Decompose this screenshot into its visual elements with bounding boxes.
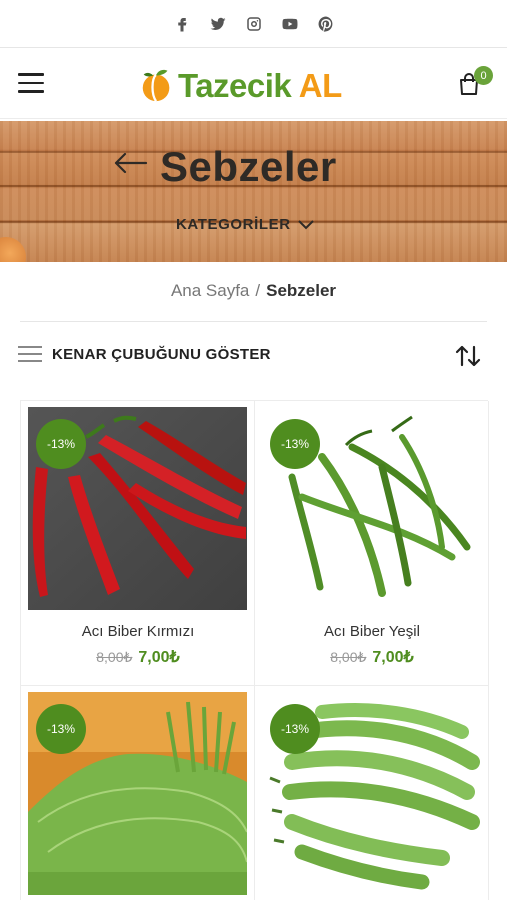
discount-badge: -13% xyxy=(36,419,86,469)
site-header: Tazecik AL 0 xyxy=(0,49,507,119)
product-price: 8,00₺ 7,00₺ xyxy=(21,647,255,667)
pinterest-icon[interactable] xyxy=(315,13,337,35)
logo-text-accent: AL xyxy=(298,66,343,104)
back-arrow-icon[interactable] xyxy=(112,150,148,176)
site-logo[interactable]: Tazecik AL xyxy=(138,62,373,108)
facebook-icon[interactable] xyxy=(171,13,193,35)
categories-label: KATEGORİLER xyxy=(176,216,291,233)
sidebar-toggle-icon[interactable] xyxy=(18,346,42,364)
old-price: 8,00₺ xyxy=(96,649,133,665)
twitter-icon[interactable] xyxy=(207,13,229,35)
product-card[interactable]: -13% Acı Biber Kırmızı 8,00₺ 7,00₺ xyxy=(21,401,255,686)
sort-icon[interactable] xyxy=(454,344,482,368)
discount-badge: -13% xyxy=(270,419,320,469)
breadcrumb: Ana Sayfa / Sebzeler xyxy=(0,281,507,301)
category-hero-banner: Sebzeler KATEGORİLER xyxy=(0,121,507,262)
categories-dropdown[interactable]: KATEGORİLER xyxy=(176,216,314,233)
instagram-icon[interactable] xyxy=(243,13,265,35)
discount-badge: -13% xyxy=(270,704,320,754)
social-bar xyxy=(0,0,507,48)
breadcrumb-home-link[interactable]: Ana Sayfa xyxy=(171,281,249,300)
shop-toolbar: KENAR ÇUBUĞUNU GÖSTER xyxy=(18,340,488,370)
product-grid: -13% Acı Biber Kırmızı 8,00₺ 7,00₺ -13% A… xyxy=(20,400,489,900)
logo-text-main: Tazecik xyxy=(178,66,292,104)
page-title: Sebzeler xyxy=(160,143,337,190)
breadcrumb-current: Sebzeler xyxy=(266,281,337,300)
cart-count-badge: 0 xyxy=(474,66,493,85)
show-sidebar-button[interactable]: KENAR ÇUBUĞUNU GÖSTER xyxy=(52,346,271,363)
sale-price: 7,00₺ xyxy=(138,649,180,666)
product-name[interactable]: Acı Biber Kırmızı xyxy=(21,623,255,640)
chevron-down-icon xyxy=(297,219,314,229)
product-card[interactable]: -13% Acı Biber Yeşil 8,00₺ 7,00₺ xyxy=(255,401,489,686)
sale-price: 7,00₺ xyxy=(372,649,414,666)
youtube-icon[interactable] xyxy=(279,13,301,35)
menu-icon[interactable] xyxy=(18,73,44,93)
breadcrumb-separator: / xyxy=(255,281,261,300)
product-name[interactable]: Acı Biber Yeşil xyxy=(255,623,489,640)
product-price: 8,00₺ 7,00₺ xyxy=(255,647,489,667)
section-divider xyxy=(20,321,487,322)
onion-decoration xyxy=(0,237,26,262)
old-price: 8,00₺ xyxy=(330,649,367,665)
product-card[interactable]: -13% xyxy=(255,686,489,900)
product-card[interactable]: -13% xyxy=(21,686,255,900)
discount-badge: -13% xyxy=(36,704,86,754)
fruit-logo-icon xyxy=(138,66,176,104)
